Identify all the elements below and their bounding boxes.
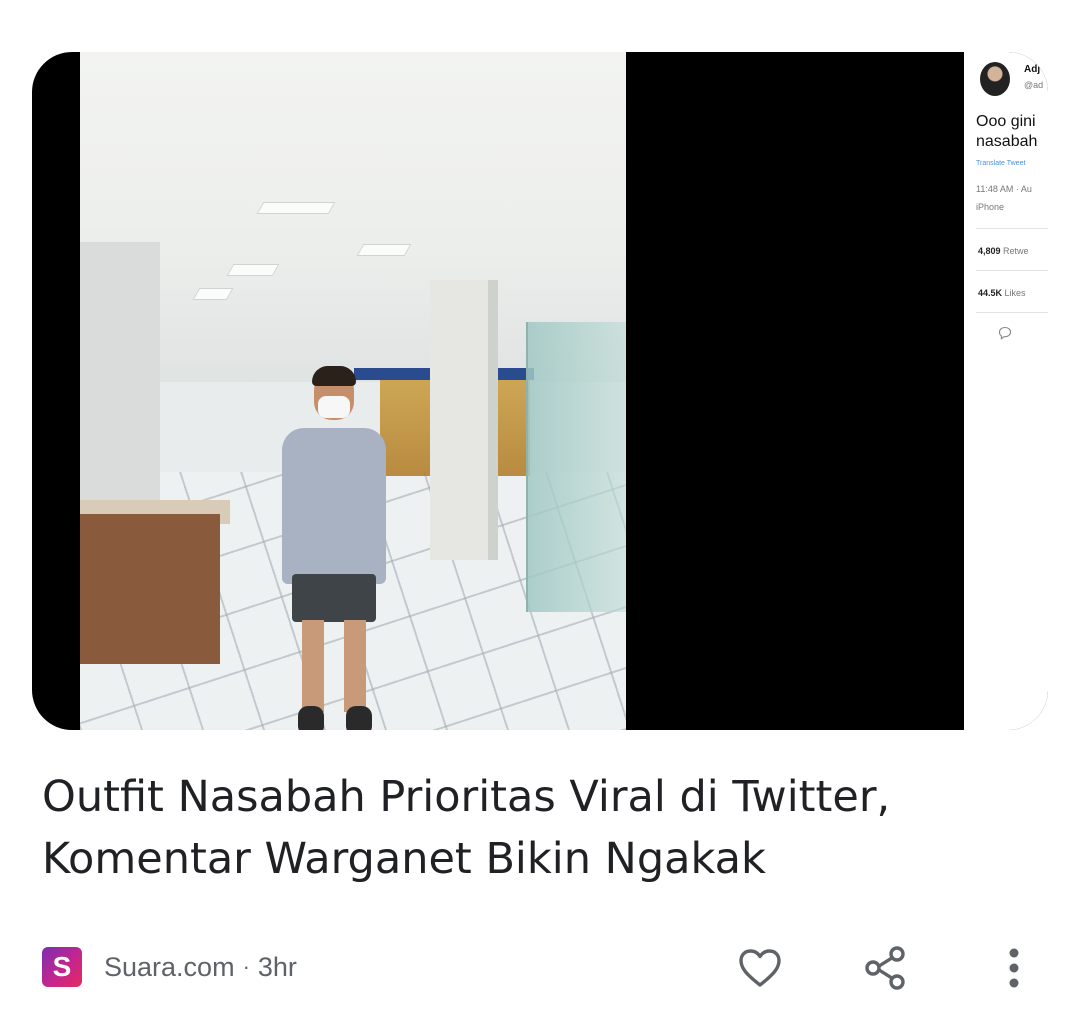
tweet-divider — [976, 228, 1048, 229]
tweet-time: 11:48 AM · Au — [976, 184, 1032, 194]
tweet-avatar — [980, 62, 1010, 96]
news-card[interactable]: Adj @ad Ooo gini nasabah Translate Tweet… — [0, 0, 1080, 1026]
wooden-desk — [80, 514, 220, 664]
ceiling-light — [256, 202, 336, 214]
ceiling-light — [192, 288, 234, 300]
share-icon — [865, 946, 905, 990]
dark-shorts — [292, 574, 376, 622]
hair — [312, 366, 356, 386]
article-image[interactable]: Adj @ad Ooo gini nasabah Translate Tweet… — [32, 52, 1048, 730]
publisher-name[interactable]: Suara.com — [104, 952, 235, 983]
ceiling-light — [226, 264, 280, 276]
tweet-likes-count: 44.5K — [978, 288, 1003, 298]
tweet-text: Ooo gini nasabah — [976, 113, 1038, 150]
reply-icon — [998, 326, 1012, 340]
tweet-retweets-label: Retwe — [1003, 246, 1029, 256]
more-options-button[interactable] — [986, 940, 1042, 996]
tweet-retweets: 4,809 Retwe — [978, 246, 1029, 256]
tweet-divider — [976, 270, 1048, 271]
like-button[interactable] — [732, 940, 788, 996]
tweet-user-name: Adj — [1024, 64, 1041, 75]
more-vertical-icon — [1009, 948, 1019, 988]
article-meta: S Suara.com · 3hr — [42, 946, 297, 988]
tweet-divider — [976, 312, 1048, 313]
left-leg — [302, 620, 324, 712]
grey-shirt — [282, 428, 386, 584]
article-age: 3hr — [257, 951, 297, 982]
article-headline[interactable]: Outfit Nasabah Prioritas Viral di Twitte… — [42, 766, 1042, 890]
tweet-device: iPhone — [976, 202, 1005, 212]
left-wall — [80, 242, 160, 532]
publisher-logo: S — [42, 947, 82, 987]
face-mask — [318, 396, 350, 418]
right-sandal — [346, 706, 372, 730]
meta-separator: · — [242, 954, 250, 979]
right-leg — [344, 620, 366, 712]
share-button[interactable] — [858, 940, 914, 996]
left-sandal — [298, 706, 324, 730]
tweet-translate-link: Translate Tweet — [976, 160, 1026, 167]
glass-partition — [526, 322, 626, 612]
heart-outline-icon — [739, 949, 781, 987]
pillar — [430, 280, 498, 560]
tweet-likes: 44.5K Likes — [978, 288, 1026, 298]
bank-lobby-photo — [80, 52, 626, 730]
tweet-retweets-count: 4,809 — [978, 246, 1001, 256]
man-in-grey-shirt — [280, 366, 390, 730]
tweet-screenshot: Adj @ad Ooo gini nasabah Translate Tweet… — [964, 52, 1048, 730]
tweet-likes-label: Likes — [1004, 288, 1026, 298]
tweet-user-handle: @ad — [1024, 80, 1044, 90]
ceiling-light — [356, 244, 412, 256]
